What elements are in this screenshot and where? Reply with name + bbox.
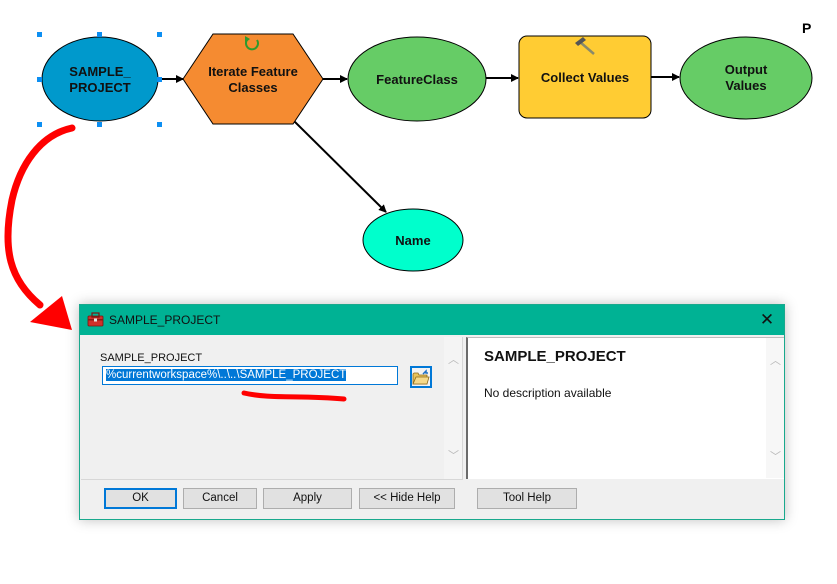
scroll-down-icon[interactable]: ﹀ [448,447,459,463]
param-label: SAMPLE_PROJECT [100,352,203,364]
node-collect-values[interactable]: Collect Values [518,35,652,119]
scroll-up-icon[interactable]: ︿ [770,352,781,368]
help-title: SAMPLE_PROJECT [484,348,626,365]
close-icon[interactable]: ✕ [756,309,778,331]
param-value: %currentworkspace%\..\..\SAMPLE_PROJECT [106,369,347,381]
node-label: Collect Values [541,70,629,85]
node-sample-project[interactable]: SAMPLE_ PROJECT [37,32,162,127]
annotation-underline [241,390,347,402]
node-label: Iterate Feature [208,64,298,79]
help-pane: SAMPLE_PROJECT No description available … [466,337,784,479]
node-featureclass[interactable]: FeatureClass [347,36,487,122]
annotation-arrow [4,124,76,330]
node-label: Name [395,233,430,248]
help-description: No description available [484,386,612,400]
sample-project-input[interactable]: %currentworkspace%\..\..\SAMPLE_PROJECT [102,366,398,385]
cancel-button[interactable]: Cancel [183,488,257,509]
node-iterate-feature-classes[interactable]: Iterate Feature Classes [182,33,324,125]
ok-button[interactable]: OK [104,488,177,509]
connector-iterate-to-name[interactable] [292,119,387,213]
parameter-dialog: SAMPLE_PROJECT ✕ SAMPLE_PROJECT %current… [79,304,785,520]
node-label: SAMPLE_ [69,64,131,79]
scroll-up-icon[interactable]: ︿ [448,351,459,367]
hide-help-button[interactable]: << Hide Help [359,488,455,509]
node-label: PROJECT [69,80,130,95]
toolbox-icon [87,312,104,327]
node-output-values[interactable]: Output Values [679,36,813,120]
node-label: Output [725,62,768,77]
dialog-title: SAMPLE_PROJECT [109,313,221,327]
node-label: Classes [228,80,277,95]
node-name[interactable]: Name [362,208,464,272]
tool-help-button[interactable]: Tool Help [477,488,577,509]
folder-browse-icon [412,369,430,385]
dialog-titlebar[interactable]: SAMPLE_PROJECT ✕ [80,305,784,335]
help-scrollbar[interactable]: ︿ ﹀ [766,338,784,478]
scroll-down-icon[interactable]: ﹀ [770,448,781,464]
browse-button[interactable] [410,366,432,388]
parameters-pane: SAMPLE_PROJECT %currentworkspace%\..\..\… [81,337,463,480]
node-label: Values [725,78,766,93]
parameters-scrollbar[interactable]: ︿ ﹀ [444,337,462,479]
node-label: FeatureClass [376,72,458,87]
apply-button[interactable]: Apply [263,488,352,509]
canvas-corner-text: P [802,20,812,36]
